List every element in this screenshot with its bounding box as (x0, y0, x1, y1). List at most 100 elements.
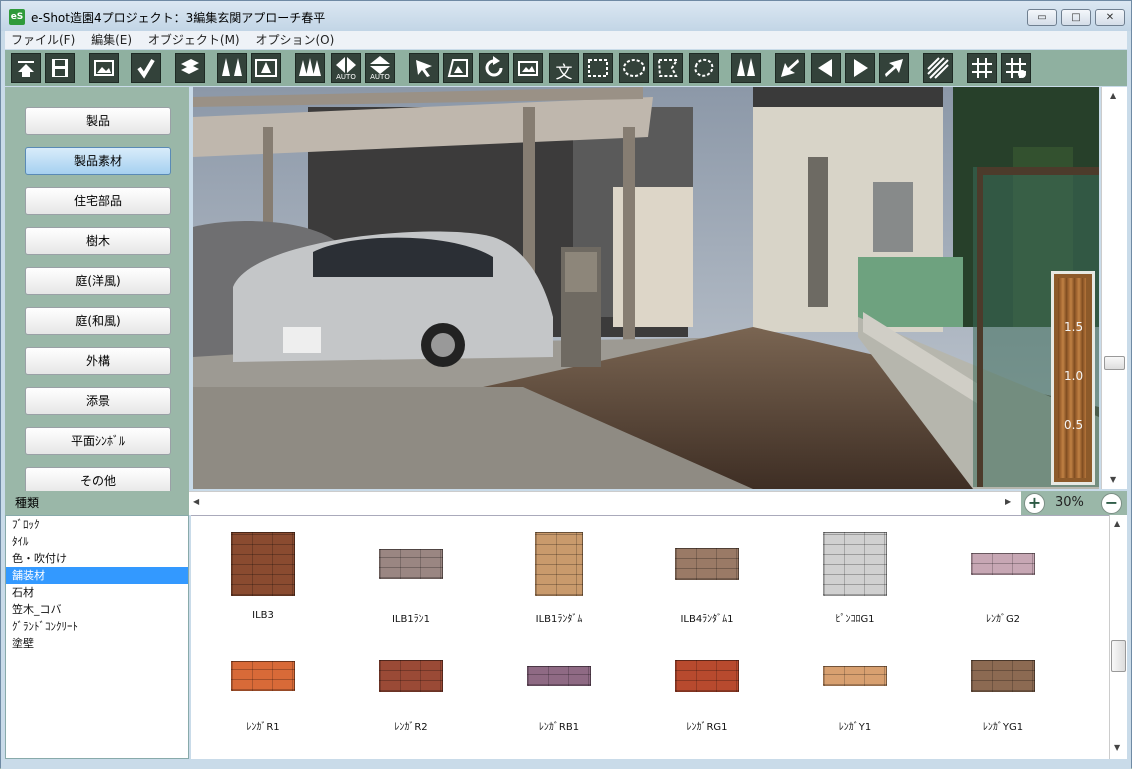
picture-button[interactable] (513, 53, 543, 83)
kind-item-plaster-wall[interactable]: 塗壁 (6, 635, 188, 652)
check-button[interactable] (131, 53, 161, 83)
ellipse-select-button[interactable] (619, 53, 649, 83)
canvas-vertical-scroll-thumb[interactable] (1104, 356, 1125, 370)
material-item[interactable]: ILB4ﾗﾝﾀﾞﾑ1 (647, 532, 767, 642)
rect-select-icon (588, 59, 608, 77)
trees-button[interactable] (217, 53, 247, 83)
material-item[interactable]: ILB1ﾗﾝﾀﾞﾑ (499, 532, 619, 642)
scroll-right-arrow-icon[interactable]: ▶ (1005, 497, 1011, 506)
arrow-up-right-button[interactable] (879, 53, 909, 83)
category-japanese-garden[interactable]: 庭(和風) (25, 307, 171, 335)
material-item[interactable]: ﾚﾝｶﾞG2 (943, 532, 1063, 642)
material-vertical-scrollbar[interactable]: ▲ ▼ (1109, 515, 1127, 759)
rect-select-button[interactable] (583, 53, 613, 83)
menu-options[interactable]: オプション(O) (249, 31, 340, 49)
category-exterior[interactable]: 外構 (25, 347, 171, 375)
multi-trees-button[interactable] (295, 53, 325, 83)
maximize-button[interactable]: □ (1061, 9, 1091, 26)
mirror-trees-button[interactable] (731, 53, 761, 83)
category-products[interactable]: 製品 (25, 107, 171, 135)
material-item[interactable]: ILB3 (203, 532, 323, 642)
photo-canvas[interactable]: 1.5 1.0 0.5 (193, 87, 1099, 489)
menu-object[interactable]: オブジェクト(M) (142, 31, 246, 49)
perspective-icon (447, 59, 468, 77)
material-item[interactable]: ﾚﾝｶﾞRB1 (499, 656, 619, 766)
perspective-button[interactable] (443, 53, 473, 83)
freeform-select-button[interactable] (689, 53, 719, 83)
save-button[interactable] (45, 53, 75, 83)
zoom-out-button[interactable]: − (1101, 493, 1122, 514)
select-arrow-icon (416, 60, 432, 77)
arrow-left-icon (818, 59, 832, 77)
arrow-right-button[interactable] (845, 53, 875, 83)
polygon-select-icon (657, 59, 679, 77)
category-housing-parts[interactable]: 住宅部品 (25, 187, 171, 215)
scroll-up-arrow-icon[interactable]: ▲ (1110, 91, 1116, 100)
minimize-button[interactable]: ▭ (1027, 9, 1057, 26)
category-product-materials[interactable]: 製品素材 (25, 147, 171, 175)
material-item[interactable]: ﾚﾝｶﾞRG1 (647, 656, 767, 766)
arrow-up-right-icon (885, 59, 903, 77)
image-button[interactable] (89, 53, 119, 83)
menu-file[interactable]: ファイル(F) (5, 31, 81, 49)
kind-item-block[interactable]: ﾌﾞﾛｯｸ (6, 516, 188, 533)
app-window: eS e-Shot造園4プロジェクト：3編集玄関アプローチ春平 ▭ □ ✕ ファ… (0, 0, 1132, 769)
material-label: ILB3 (252, 610, 274, 621)
import-icon (18, 61, 34, 77)
menu-bar: ファイル(F) 編集(E) オブジェクト(M) オプション(O) (5, 31, 1127, 49)
title-bar[interactable]: eS e-Shot造園4プロジェクト：3編集玄関アプローチ春平 ▭ □ ✕ (1, 1, 1131, 31)
material-scroll-thumb[interactable] (1111, 640, 1126, 672)
category-western-garden[interactable]: 庭(洋風) (25, 267, 171, 295)
material-item[interactable]: ﾚﾝｶﾞY1 (795, 656, 915, 766)
canvas-horizontal-scrollbar[interactable]: ◀ ▶ (189, 491, 1021, 515)
material-label: ﾚﾝｶﾞRB1 (538, 722, 580, 733)
material-item[interactable]: ﾚﾝｶﾞYG1 (943, 656, 1063, 766)
material-swatch (527, 666, 591, 686)
material-scroll-up-arrow-icon[interactable]: ▲ (1114, 519, 1120, 528)
category-trees[interactable]: 樹木 (25, 227, 171, 255)
arrow-left-button[interactable] (811, 53, 841, 83)
auto-vertical-label: AUTO (370, 73, 390, 81)
kind-list: ﾌﾞﾛｯｸ ﾀｲﾙ 色・吹付け 舗装材 石材 笠木_コバ ｸﾞﾗﾝﾄﾞｺﾝｸﾘｰ… (5, 515, 189, 759)
material-item[interactable]: ﾋﾟﾝｺﾛG1 (795, 532, 915, 642)
material-item[interactable]: ILB1ﾗﾝ1 (351, 532, 471, 642)
menu-edit[interactable]: 編集(E) (85, 31, 138, 49)
close-button[interactable]: ✕ (1095, 9, 1125, 26)
rotate-button[interactable] (479, 53, 509, 83)
kind-item-color-spray[interactable]: 色・吹付け (6, 550, 188, 567)
kind-item-paving[interactable]: 舗装材 (6, 567, 188, 584)
grid-settings-button[interactable] (1001, 53, 1031, 83)
auto-vertical-button[interactable]: AUTO (365, 53, 395, 83)
kind-item-tile[interactable]: ﾀｲﾙ (6, 533, 188, 550)
auto-horizontal-button[interactable]: AUTO (331, 53, 361, 83)
scroll-left-arrow-icon[interactable]: ◀ (193, 497, 199, 506)
zoom-in-button[interactable]: + (1024, 493, 1045, 514)
canvas-vertical-scrollbar[interactable]: ▲ ▼ (1101, 87, 1127, 489)
arrow-down-left-button[interactable] (775, 53, 805, 83)
layer-icon (181, 59, 199, 74)
material-label: ﾚﾝｶﾞY1 (838, 722, 872, 733)
layer-button[interactable] (175, 53, 205, 83)
material-item[interactable]: ﾚﾝｶﾞR1 (203, 656, 323, 766)
material-swatch (971, 660, 1035, 692)
height-ruler[interactable]: 1.5 1.0 0.5 (1051, 271, 1095, 485)
text-button[interactable]: 文 (549, 53, 579, 83)
material-swatch (675, 660, 739, 692)
hatch-button[interactable] (923, 53, 953, 83)
kind-item-ground-concrete[interactable]: ｸﾞﾗﾝﾄﾞｺﾝｸﾘｰﾄ (6, 618, 188, 635)
category-accessories[interactable]: 添景 (25, 387, 171, 415)
import-button[interactable] (11, 53, 41, 83)
material-item[interactable]: ﾚﾝｶﾞR2 (351, 656, 471, 766)
photo-tree-button[interactable] (251, 53, 281, 83)
scroll-down-arrow-icon[interactable]: ▼ (1110, 475, 1116, 484)
category-plan-symbols[interactable]: 平面ｼﾝﾎﾞﾙ (25, 427, 171, 455)
text-icon: 文 (555, 63, 573, 83)
ruler-label-1-5: 1.5 (1064, 320, 1084, 334)
polygon-select-button[interactable] (653, 53, 683, 83)
material-scroll-down-arrow-icon[interactable]: ▼ (1114, 743, 1120, 752)
select-arrow-button[interactable] (409, 53, 439, 83)
grid-button[interactable] (967, 53, 997, 83)
kind-item-stone[interactable]: 石材 (6, 584, 188, 601)
window-title: e-Shot造園4プロジェクト：3編集玄関アプローチ春平 (31, 11, 326, 25)
kind-item-coping[interactable]: 笠木_コバ (6, 601, 188, 618)
